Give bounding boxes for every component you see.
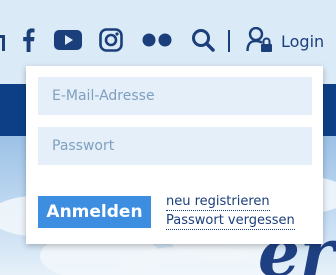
user-lock-icon[interactable] (246, 27, 274, 53)
header-separator (228, 30, 230, 52)
facebook-icon[interactable] (22, 28, 35, 52)
search-icon[interactable] (191, 28, 215, 52)
register-link[interactable]: neu registrieren (166, 194, 270, 211)
login-label[interactable]: Login (281, 31, 324, 53)
password-field[interactable] (38, 127, 312, 165)
login-submit-button[interactable]: Anmelden (38, 196, 151, 228)
login-dropdown: Anmelden neu registrieren Passwort verge… (26, 66, 323, 244)
instagram-icon[interactable] (99, 28, 123, 52)
youtube-icon[interactable] (54, 30, 82, 50)
forgot-password-link[interactable]: Passwort vergessen (166, 213, 295, 230)
flickr-icon[interactable] (142, 33, 172, 47)
partial-social-icon[interactable] (0, 31, 6, 51)
email-field[interactable] (38, 77, 312, 115)
